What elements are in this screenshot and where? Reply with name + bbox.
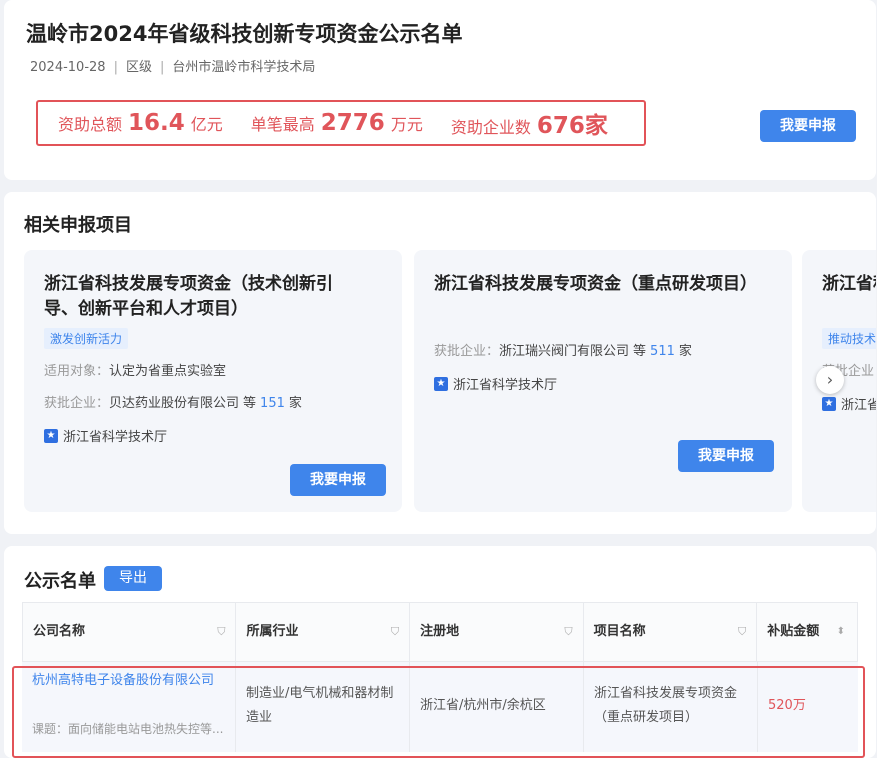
approved-company: 贝达药业股份有限公司 xyxy=(109,396,240,411)
section-title: 相关申报项目 xyxy=(24,215,132,236)
sort-icon[interactable]: ⬍ xyxy=(837,603,845,661)
column-label: 所属行业 xyxy=(246,624,299,639)
approved-row: 获批企业：贝达药业股份有限公司等 151 家 xyxy=(44,392,302,411)
project-card-title[interactable]: 浙江省科技发展专项资金（技术创新引导、创新平台和人才项目） xyxy=(44,272,364,322)
org-row: ★ 浙江省科学技术厅 xyxy=(822,394,876,413)
column-header-amount: 补贴金额 ⬍ xyxy=(757,603,857,661)
chevron-right-icon[interactable]: › xyxy=(816,366,844,394)
cell-project: 浙江省科技发展专项资金（重点研发项目） xyxy=(584,662,758,752)
cell-industry: 制造业/电气机械和器材制造业 xyxy=(236,662,410,752)
star-icon: ★ xyxy=(434,376,448,391)
publisher-label: 台州市温岭市科学技术局 xyxy=(172,60,316,75)
apply-button[interactable]: 我要申报 xyxy=(290,464,386,496)
filter-icon[interactable]: ⛉ xyxy=(217,603,225,661)
cell-amount: 520万 xyxy=(758,662,858,752)
org-name: 浙江省科学技术厅 xyxy=(841,398,876,413)
stat-value: 16.4 xyxy=(128,110,185,136)
location-text: 浙江省/杭州市/余杭区 xyxy=(420,698,546,713)
column-label: 注册地 xyxy=(420,624,460,639)
column-label: 项目名称 xyxy=(593,624,646,639)
target-value: 认定为省重点实验室 xyxy=(109,364,227,379)
subject-text: 课题：面向储能电站电池热失控等... xyxy=(32,722,224,736)
public-list-section: 公示名单 导出 公司名称 ⛉ 所属行业 ⛉ 注册地 ⛉ 项目名称 ⛉ 补贴金额 … xyxy=(4,546,876,758)
org-name: 浙江省科学技术厅 xyxy=(453,378,558,393)
target-row: 适用对象：认定为省重点实验室 xyxy=(44,360,226,379)
filter-icon[interactable]: ⛉ xyxy=(564,603,572,661)
column-header-project: 项目名称 ⛉ xyxy=(584,603,758,661)
approved-mid: 等 xyxy=(633,344,647,359)
approved-unit: 家 xyxy=(678,344,692,359)
stat-total-funding: 资助总额 16.4 亿元 xyxy=(58,110,223,136)
approved-company: 浙江瑞兴阀门有限公司 xyxy=(499,344,630,359)
cell-location: 浙江省/杭州市/余杭区 xyxy=(410,662,584,752)
star-icon: ★ xyxy=(822,396,836,411)
publish-date: 2024-10-28 xyxy=(30,60,106,75)
filter-icon[interactable]: ⛉ xyxy=(738,603,746,661)
column-label: 公司名称 xyxy=(33,624,86,639)
approved-label: 获批企业： xyxy=(44,396,110,411)
column-header-industry: 所属行业 ⛉ xyxy=(236,603,411,661)
stat-company-count: 资助企业数 676家 xyxy=(451,106,614,140)
stat-value: 676家 xyxy=(536,113,608,139)
apply-button[interactable]: 我要申报 xyxy=(760,110,856,142)
approved-label: 获批企业： xyxy=(434,344,500,359)
table-header: 公司名称 ⛉ 所属行业 ⛉ 注册地 ⛉ 项目名称 ⛉ 补贴金额 ⬍ xyxy=(22,602,858,662)
approved-count: 151 xyxy=(260,396,285,411)
page-title: 温岭市2024年省级科技创新专项资金公示名单 xyxy=(26,22,463,46)
separator: | xyxy=(159,60,165,75)
stat-label: 资助总额 xyxy=(58,115,123,134)
separator: | xyxy=(113,60,118,75)
approved-unit: 家 xyxy=(288,396,302,411)
section-title: 公示名单 xyxy=(24,571,96,592)
stat-unit: 亿元 xyxy=(190,115,223,134)
stat-max-single: 单笔最高 2776 万元 xyxy=(251,110,423,136)
apply-button[interactable]: 我要申报 xyxy=(678,440,774,472)
cell-company: 杭州高特电子设备股份有限公司 课题：面向储能电站电池热失控等... xyxy=(22,662,236,752)
project-card[interactable]: 浙江省科技发展专项资金（重点研发项目） 获批企业：浙江瑞兴阀门有限公司等 511 家… xyxy=(414,250,792,512)
column-header-location: 注册地 ⛉ xyxy=(410,603,584,661)
project-text: 浙江省科技发展专项资金（重点研发项目） xyxy=(594,686,738,725)
header-card: 温岭市2024年省级科技创新专项资金公示名单 2024-10-28 | 区级 | 台州市… xyxy=(4,0,876,180)
level-label: 区级 xyxy=(125,60,152,75)
filter-icon[interactable]: ⛉ xyxy=(391,603,399,661)
stat-value: 2776 xyxy=(320,110,385,136)
funding-stats: 资助总额 16.4 亿元 单笔最高 2776 万元 资助企业数 676家 xyxy=(36,100,646,146)
project-tag: 推动技术 xyxy=(822,328,876,349)
project-tag: 激发创新活力 xyxy=(44,328,129,349)
meta-line: 2024-10-28 | 区级 | 台州市温岭市科学技术局 xyxy=(30,56,315,75)
related-projects-section: 相关申报项目 浙江省科技发展专项资金（技术创新引导、创新平台和人才项目） 激发创… xyxy=(4,192,876,534)
target-label: 适用对象： xyxy=(44,364,110,379)
table-row[interactable]: 杭州高特电子设备股份有限公司 课题：面向储能电站电池热失控等... 制造业/电气… xyxy=(22,662,858,752)
export-button[interactable]: 导出 xyxy=(104,566,162,591)
project-card[interactable]: 浙江省科技发展专项资金（技术创新引导、创新平台和人才项目） 激发创新活力 适用对… xyxy=(24,250,402,512)
org-row: ★ 浙江省科学技术厅 xyxy=(44,426,167,445)
amount-text: 520万 xyxy=(768,698,806,713)
column-header-company: 公司名称 ⛉ xyxy=(23,603,237,661)
industry-text: 制造业/电气机械和器材制造业 xyxy=(246,686,394,725)
stat-label: 资助企业数 xyxy=(450,118,531,137)
approved-count: 511 xyxy=(650,344,675,359)
company-link[interactable]: 杭州高特电子设备股份有限公司 xyxy=(32,670,222,692)
column-label: 补贴金额 xyxy=(767,624,820,639)
project-card-title[interactable]: 浙江省科技发展专项资金（重点研发项目） xyxy=(434,272,757,297)
org-row: ★ 浙江省科学技术厅 xyxy=(434,374,557,393)
stat-unit: 万元 xyxy=(390,115,423,134)
approved-row: 获批企业：浙江瑞兴阀门有限公司等 511 家 xyxy=(434,340,692,359)
approved-mid: 等 xyxy=(243,396,257,411)
star-icon: ★ xyxy=(44,428,58,443)
project-card-title[interactable]: 浙江省科技发展专项资金 xyxy=(822,272,876,297)
stat-label: 单笔最高 xyxy=(250,115,315,134)
org-name: 浙江省科学技术厅 xyxy=(63,430,168,445)
